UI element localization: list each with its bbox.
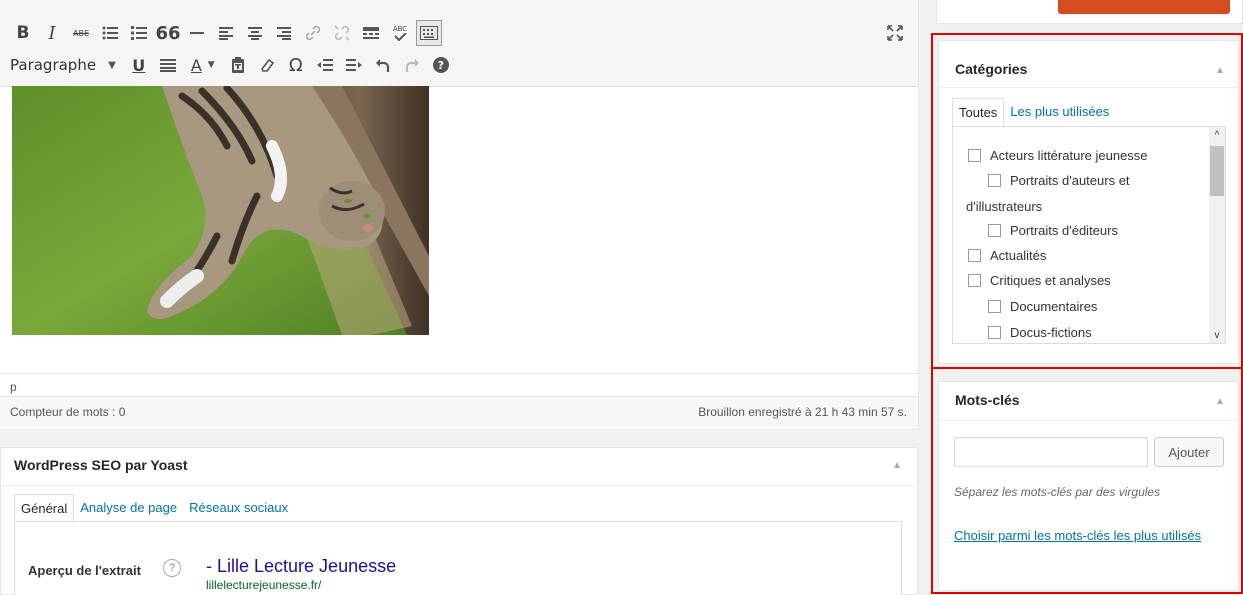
- seo-panel: [14, 521, 902, 595]
- link-icon[interactable]: [300, 20, 326, 46]
- help-icon[interactable]: ?: [163, 559, 181, 577]
- text-color-arrow-icon: ▼: [207, 60, 215, 70]
- snippet-preview-label: Aperçu de l'extrait: [28, 563, 141, 578]
- toolbar-toggle-icon[interactable]: [416, 20, 442, 46]
- justify-icon[interactable]: [155, 52, 181, 78]
- format-select-value: Paragraphe: [10, 56, 97, 74]
- blockquote-icon[interactable]: 66: [155, 20, 181, 46]
- editor-toolbar: B I ABE 66 ABC Paragraphe ▼ U A ▼ Ω ?: [0, 0, 918, 87]
- clear-formatting-icon[interactable]: [254, 52, 280, 78]
- align-right-icon[interactable]: [271, 20, 297, 46]
- word-count: Compteur de mots : 0: [10, 405, 126, 419]
- numbered-list-icon[interactable]: [126, 20, 152, 46]
- snippet-title: - Lille Lecture Jeunesse: [206, 556, 397, 576]
- dropdown-arrow-icon: ▼: [108, 59, 116, 71]
- tab-social[interactable]: Réseaux sociaux: [183, 494, 294, 523]
- outdent-icon[interactable]: [312, 52, 338, 78]
- highlight-tags: [931, 367, 1243, 594]
- align-left-icon[interactable]: [213, 20, 239, 46]
- element-path[interactable]: p: [10, 380, 17, 394]
- spellcheck-icon[interactable]: ABC: [387, 20, 413, 46]
- text-color-label: A: [190, 55, 202, 75]
- bullet-list-icon[interactable]: [97, 20, 123, 46]
- strikethrough-icon[interactable]: ABE: [68, 20, 94, 46]
- unlink-icon[interactable]: [329, 20, 355, 46]
- paste-text-icon[interactable]: [225, 52, 251, 78]
- tab-page-analysis[interactable]: Analyse de page: [74, 494, 183, 523]
- toolbar-row-1: B I ABE 66 ABC: [10, 20, 445, 46]
- collapse-arrow-icon[interactable]: ▲: [892, 460, 902, 471]
- keyboard-shortcuts-icon[interactable]: ?: [428, 52, 454, 78]
- highlight-categories: [931, 33, 1243, 369]
- text-color-icon[interactable]: A ▼: [184, 52, 222, 78]
- redo-icon[interactable]: [399, 52, 425, 78]
- indent-icon[interactable]: [341, 52, 367, 78]
- publish-button[interactable]: [1058, 0, 1230, 14]
- underline-icon[interactable]: U: [126, 52, 152, 78]
- cat-photo[interactable]: [12, 86, 429, 335]
- seo-tabs: Général Analyse de page Réseaux sociaux: [14, 494, 294, 523]
- tab-general[interactable]: Général: [14, 494, 75, 523]
- special-char-icon[interactable]: Ω: [283, 52, 309, 78]
- format-select[interactable]: Paragraphe ▼: [6, 52, 120, 78]
- fullscreen-icon[interactable]: [882, 20, 908, 46]
- divider: [0, 485, 918, 486]
- align-center-icon[interactable]: [242, 20, 268, 46]
- bold-icon[interactable]: B: [10, 20, 36, 46]
- horizontal-line-icon[interactable]: [184, 20, 210, 46]
- help-circle: ?: [432, 57, 449, 73]
- undo-icon[interactable]: [370, 52, 396, 78]
- spellcheck-label: ABC: [392, 25, 408, 33]
- read-more-icon[interactable]: [358, 20, 384, 46]
- draft-saved-status: Brouillon enregistré à 21 h 43 min 57 s.: [698, 405, 907, 419]
- snippet-url: lillelecturejeunesse.fr/: [206, 578, 322, 592]
- seo-metabox-title[interactable]: WordPress SEO par Yoast: [14, 457, 188, 473]
- italic-icon[interactable]: I: [39, 20, 65, 46]
- toolbar-row-2: Paragraphe ▼ U A ▼ Ω ?: [6, 52, 457, 78]
